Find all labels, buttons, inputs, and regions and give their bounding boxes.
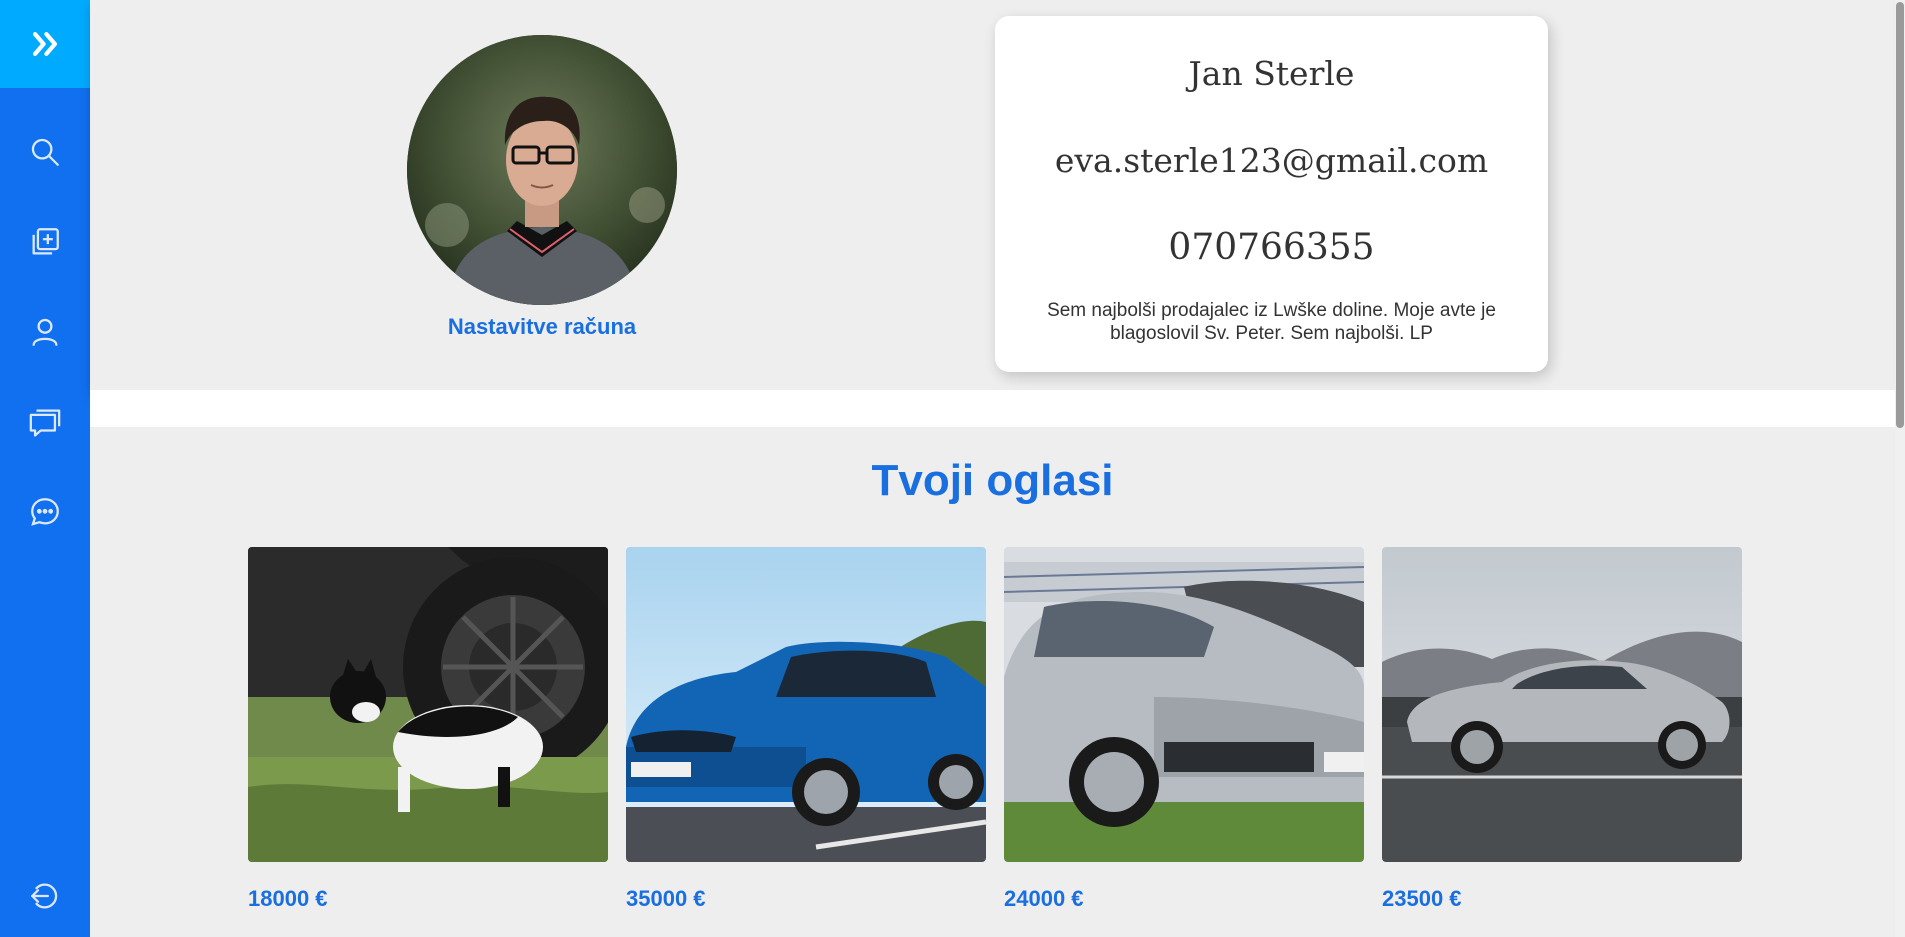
page-scrollbar[interactable]	[1895, 0, 1905, 937]
sidebar-item-add-listing[interactable]	[0, 212, 90, 272]
ad-image[interactable]	[1004, 547, 1364, 862]
ads-title: Tvoji oglasi	[871, 456, 1114, 505]
messages-icon	[29, 409, 61, 437]
logout-icon	[31, 883, 58, 909]
ad-image[interactable]	[626, 547, 986, 862]
profile-name: Jan Sterle	[1188, 54, 1355, 93]
scrollbar-thumb[interactable]	[1896, 2, 1904, 428]
sidebar-item-search[interactable]	[0, 122, 90, 182]
ad-card[interactable]: 24000 €	[1004, 547, 1364, 912]
ad-image[interactable]	[248, 547, 608, 862]
chat-icon	[31, 498, 59, 526]
ads-section: Tvoji oglasi 18000 € 35000 € 24000 € 235…	[90, 427, 1895, 937]
profile-info-card: Jan Sterle eva.sterle123@gmail.com 07076…	[995, 16, 1548, 372]
ad-card[interactable]: 18000 €	[248, 547, 608, 912]
ad-image[interactable]	[1382, 547, 1742, 862]
profile-phone: 070766355	[1168, 227, 1375, 268]
profile-email: eva.sterle123@gmail.com	[1054, 141, 1489, 180]
sidebar-toggle-button[interactable]	[0, 0, 90, 88]
sidebar	[0, 0, 90, 937]
avatar	[407, 35, 677, 305]
ad-price: 35000 €	[626, 886, 706, 911]
sidebar-item-profile[interactable]	[0, 302, 90, 362]
sidebar-item-logout[interactable]	[0, 866, 90, 926]
ad-card[interactable]: 23500 €	[1382, 547, 1742, 912]
double-chevron-right-icon	[32, 31, 58, 57]
account-settings-link[interactable]: Nastavitve računa	[342, 314, 742, 340]
sidebar-item-chat[interactable]	[0, 482, 90, 542]
add-listing-icon	[32, 228, 59, 255]
profile-bio: Sem najbolši prodajalec iz Lwške doline.…	[1047, 300, 1496, 344]
profile-section: Nastavitve računa Jan Sterle eva.sterle1…	[90, 0, 1895, 390]
ad-price: 18000 €	[248, 886, 328, 911]
ad-card[interactable]: 35000 €	[626, 547, 986, 912]
sidebar-item-messages[interactable]	[0, 392, 90, 452]
user-icon	[32, 318, 58, 346]
ad-price: 23500 €	[1382, 886, 1462, 911]
section-divider	[90, 390, 1895, 427]
ad-price: 24000 €	[1004, 886, 1084, 911]
search-icon	[31, 138, 59, 166]
